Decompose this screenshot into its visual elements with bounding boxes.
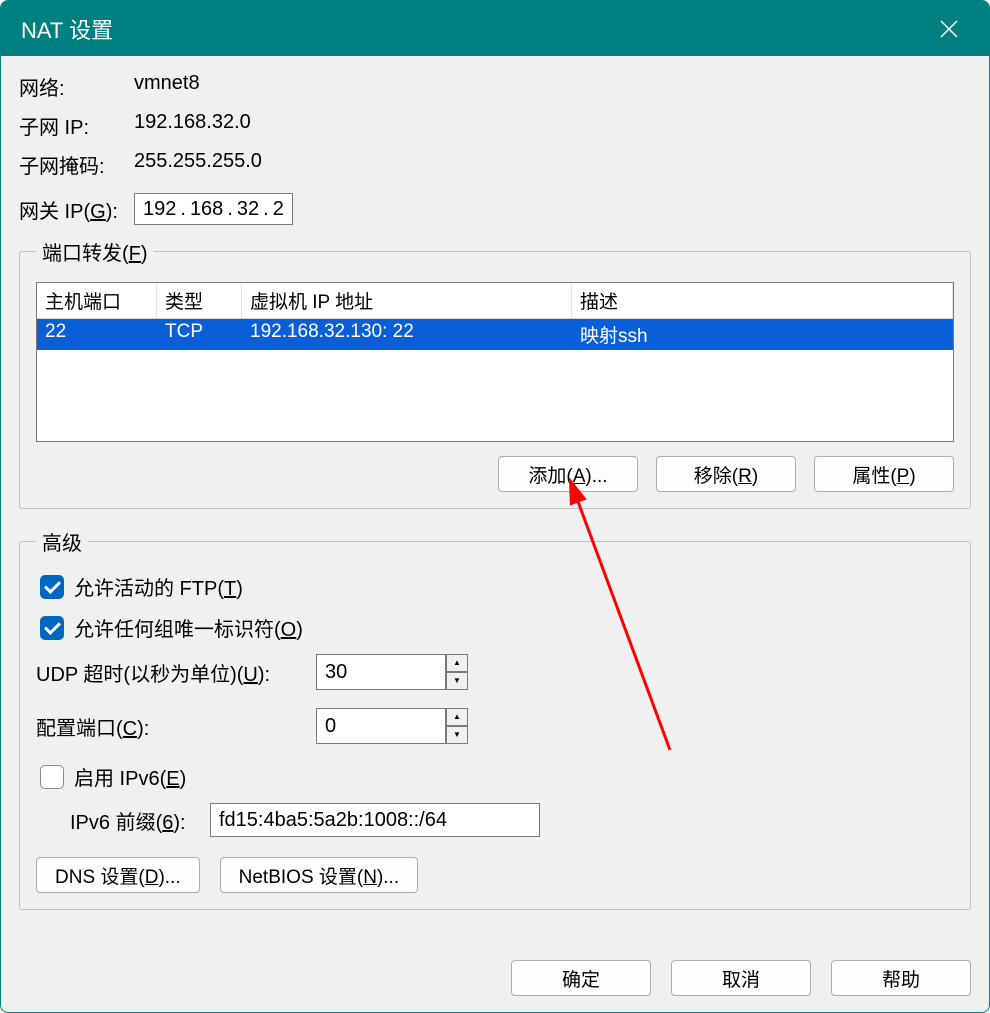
dialog-buttons: 确定 取消 帮助 [19,950,971,996]
udp-timeout-spinner: ▲ ▼ [316,654,468,690]
close-icon [939,19,959,39]
config-port-input[interactable] [316,708,446,744]
cell-host-port: 22 [37,319,157,350]
col-vm-ip[interactable]: 虚拟机 IP 地址 [242,283,572,318]
table-row[interactable]: 22 TCP 192.168.32.130: 22 映射ssh [37,319,953,350]
oui-checkbox[interactable] [40,616,64,640]
ipv6-prefix-input[interactable] [210,803,540,837]
oui-check-row: 允许任何组唯一标识符(O) [40,613,954,642]
nat-settings-window: NAT 设置 网络: vmnet8 子网 IP: 192.168.32.0 子网… [0,0,990,1013]
udp-timeout-input[interactable] [316,654,446,690]
ftp-checkbox[interactable] [40,575,64,599]
config-port-spinner: ▲ ▼ [316,708,468,744]
properties-button[interactable]: 属性(P) [814,456,954,492]
cancel-button[interactable]: 取消 [671,960,811,996]
dns-settings-button[interactable]: DNS 设置(D)... [36,857,200,893]
add-button[interactable]: 添加(A)... [498,456,638,492]
cell-vm-ip: 192.168.32.130: 22 [242,319,572,350]
subnet-mask-label: 子网掩码: [19,150,134,179]
udp-timeout-label: UDP 超时(以秒为单位)(U): [36,658,316,687]
table-header: 主机端口 类型 虚拟机 IP 地址 描述 [37,283,953,319]
port-forward-group: 端口转发(F) 主机端口 类型 虚拟机 IP 地址 描述 22 TCP 192.… [19,237,971,509]
cfg-up-arrow[interactable]: ▲ [446,708,468,726]
ipv6-prefix-label: IPv6 前缀(6): [70,806,210,835]
ipv6-prefix-row: IPv6 前缀(6): [70,803,954,837]
window-title: NAT 设置 [21,13,113,45]
advanced-legend: 高级 [36,527,88,556]
cfg-down-arrow[interactable]: ▼ [446,726,468,744]
udp-up-arrow[interactable]: ▲ [446,654,468,672]
subnet-mask-value: 255.255.255.0 [134,150,971,179]
remove-button[interactable]: 移除(R) [656,456,796,492]
udp-down-arrow[interactable]: ▼ [446,672,468,690]
network-value: vmnet8 [134,72,971,101]
subnet-ip-label: 子网 IP: [19,111,134,140]
col-type[interactable]: 类型 [157,283,242,318]
gateway-row: 网关 IP(G): 192.168.32.2 [19,193,971,225]
subnet-ip-value: 192.168.32.0 [134,111,971,140]
title-bar: NAT 设置 [1,1,989,56]
config-port-label: 配置端口(C): [36,712,316,741]
udp-timeout-row: UDP 超时(以秒为单位)(U): ▲ ▼ [36,654,954,690]
content-area: 网络: vmnet8 子网 IP: 192.168.32.0 子网掩码: 255… [1,56,989,1012]
gateway-ip-input[interactable]: 192.168.32.2 [134,193,293,225]
oui-label: 允许任何组唯一标识符(O) [74,613,303,642]
ipv6-enable-checkbox[interactable] [40,765,64,789]
port-forward-buttons: 添加(A)... 移除(R) 属性(P) [36,456,954,492]
col-desc[interactable]: 描述 [572,283,953,318]
col-host-port[interactable]: 主机端口 [37,283,157,318]
network-info: 网络: vmnet8 子网 IP: 192.168.32.0 子网掩码: 255… [19,72,971,179]
close-button[interactable] [929,9,969,49]
ftp-check-row: 允许活动的 FTP(T) [40,572,954,601]
advanced-group: 高级 允许活动的 FTP(T) 允许任何组唯一标识符(O) UDP 超时(以秒为… [19,527,971,910]
port-forward-table[interactable]: 主机端口 类型 虚拟机 IP 地址 描述 22 TCP 192.168.32.1… [36,282,954,442]
network-label: 网络: [19,72,134,101]
ok-button[interactable]: 确定 [511,960,651,996]
port-forward-legend: 端口转发(F) [36,237,154,266]
ipv6-enable-row: 启用 IPv6(E) [40,762,954,791]
advanced-buttons: DNS 设置(D)... NetBIOS 设置(N)... [36,857,954,893]
cell-type: TCP [157,319,242,350]
gateway-label: 网关 IP(G): [19,195,134,224]
netbios-settings-button[interactable]: NetBIOS 设置(N)... [220,857,418,893]
help-button[interactable]: 帮助 [831,960,971,996]
config-port-row: 配置端口(C): ▲ ▼ [36,708,954,744]
ipv6-enable-label: 启用 IPv6(E) [74,762,186,791]
ftp-label: 允许活动的 FTP(T) [74,572,243,601]
cell-desc: 映射ssh [572,319,953,350]
